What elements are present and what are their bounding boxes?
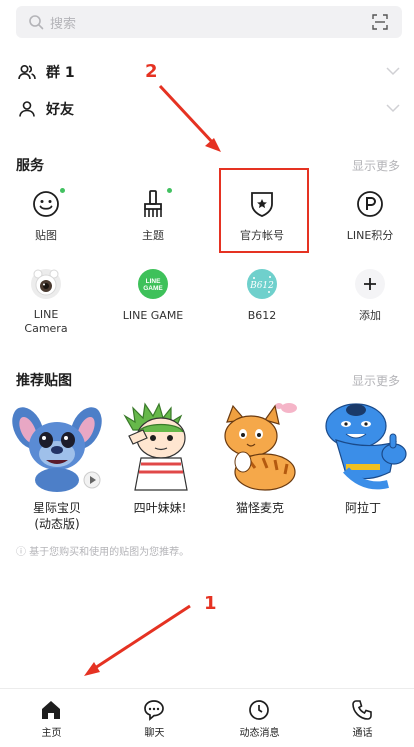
genie-sticker: [325, 403, 407, 490]
tab-timeline[interactable]: 动态消息: [208, 689, 311, 747]
groups-label: 群 1: [46, 65, 75, 81]
line-game-icon: LINE GAME: [138, 269, 168, 299]
tab-label: 动态消息: [239, 728, 280, 739]
stitch-sticker: [12, 407, 102, 492]
bottom-tab-bar: 主页 聊天 动态消息 通话: [0, 688, 414, 747]
stickers-title: 推荐贴图: [16, 373, 72, 389]
brush-icon: [144, 190, 162, 217]
service-label: B612: [247, 309, 277, 322]
phone-icon: [352, 700, 372, 720]
sticker-card-yotsuba[interactable]: 四叶妹妹!: [113, 400, 207, 532]
new-dot: [60, 188, 65, 193]
service-b612[interactable]: B612 B612: [216, 268, 308, 334]
groups-row[interactable]: 群 1: [0, 54, 414, 90]
stickers-more-link[interactable]: 显示更多: [352, 372, 400, 389]
search-bar[interactable]: 搜索: [16, 6, 402, 38]
tab-label: 聊天: [144, 728, 165, 739]
b612-icon: B612: [247, 269, 277, 299]
services-title: 服务: [16, 158, 44, 174]
friends-row[interactable]: 好友: [0, 91, 414, 127]
sticker-name: 星际宝贝 (动态版): [32, 501, 81, 531]
service-label: 添加: [359, 309, 381, 322]
b612-badge-text: B612: [249, 281, 274, 291]
yotsuba-sticker: [123, 402, 188, 491]
line-game-badge-bottom: GAME: [143, 285, 163, 292]
tab-label: 通话: [352, 728, 373, 739]
search-icon: [29, 15, 44, 30]
annotation-number-2: 2: [145, 61, 158, 82]
service-add[interactable]: 添加: [324, 268, 414, 334]
service-stickers[interactable]: 贴图: [0, 188, 92, 248]
new-dot: [167, 188, 172, 193]
service-label: LINE GAME: [122, 309, 184, 322]
line-camera-icon: [31, 269, 61, 299]
clock-icon: [249, 700, 269, 720]
service-label: LINE Camera: [24, 308, 68, 335]
service-label: LINE积分: [346, 229, 394, 242]
tab-home[interactable]: 主页: [0, 689, 103, 747]
sticker-name: 阿拉丁: [344, 501, 381, 515]
cat-sticker: [224, 403, 297, 491]
service-line-camera[interactable]: LINE Camera: [0, 268, 92, 335]
sticker-card-stitch[interactable]: 星际宝贝 (动态版): [10, 400, 104, 532]
official-accounts-highlight: [219, 168, 309, 253]
chevron-down-icon: [386, 104, 400, 113]
service-label: 主题: [142, 229, 164, 242]
home-icon: [42, 701, 60, 719]
smiley-icon: [33, 191, 59, 217]
service-label: 贴图: [35, 229, 57, 242]
friends-label: 好友: [46, 102, 74, 118]
points-icon: [357, 191, 383, 217]
recommendation-note: ⓘ 基于您购买和使用的贴图为您推荐。: [16, 547, 190, 558]
tab-chat[interactable]: 聊天: [103, 689, 206, 747]
service-line-game[interactable]: LINE GAME LINE GAME: [107, 268, 199, 334]
service-themes[interactable]: 主题: [107, 188, 199, 248]
search-input[interactable]: 搜索: [50, 13, 76, 32]
annotation-number-1: 1: [204, 593, 217, 614]
scan-icon[interactable]: [372, 14, 388, 30]
line-game-badge-top: LINE: [146, 278, 161, 285]
sticker-name: 猫怪麦克: [235, 501, 284, 515]
sticker-card-genie[interactable]: 阿拉丁: [316, 400, 410, 532]
service-line-points[interactable]: LINE积分: [324, 188, 414, 248]
services-more-link[interactable]: 显示更多: [352, 157, 400, 174]
arrow-1: [84, 604, 191, 676]
chevron-down-icon: [386, 67, 400, 76]
plus-icon: [355, 269, 385, 299]
tab-calls[interactable]: 通话: [311, 689, 414, 747]
sticker-name: 四叶妹妹!: [133, 501, 187, 515]
tab-label: 主页: [41, 728, 62, 739]
sticker-card-cat[interactable]: 猫怪麦克: [213, 400, 307, 532]
person-icon: [19, 101, 35, 117]
chat-icon: [144, 700, 164, 721]
group-icon: [18, 64, 36, 80]
